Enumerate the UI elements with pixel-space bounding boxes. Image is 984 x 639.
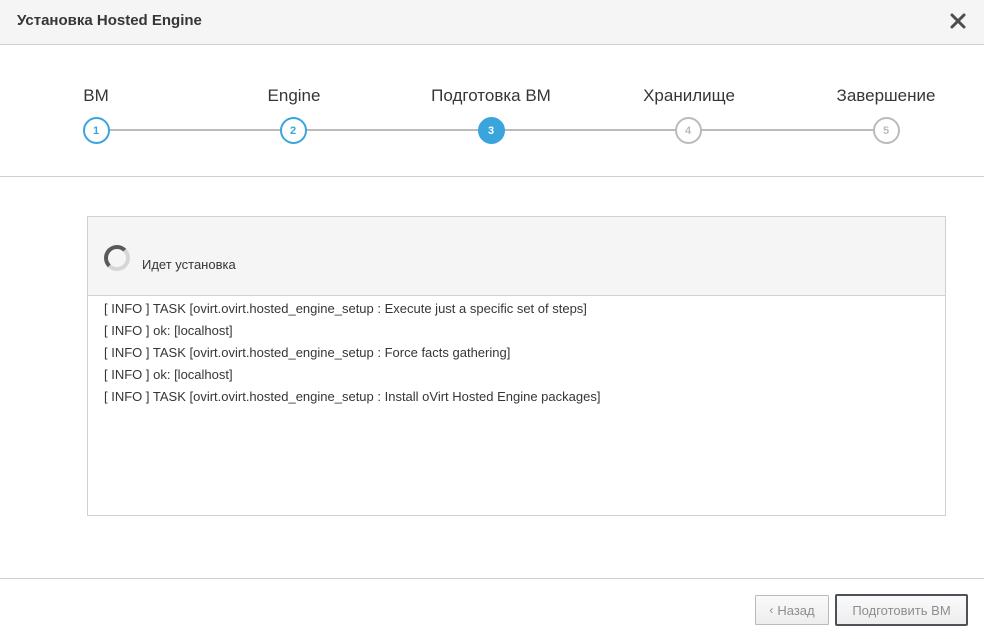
log-line: [ INFO ] ok: [localhost] bbox=[104, 323, 233, 338]
step-5-circle: 5 bbox=[872, 117, 900, 144]
back-button-label: Назад bbox=[777, 602, 815, 618]
spinner-icon bbox=[104, 245, 130, 271]
log-line: [ INFO ] TASK [ovirt.ovirt.hosted_engine… bbox=[104, 389, 601, 404]
step-2-circle[interactable]: 2 bbox=[279, 117, 307, 144]
prepare-vm-button-label: Подготовить ВМ bbox=[852, 602, 951, 618]
step-3-circle[interactable]: 3 bbox=[477, 117, 505, 144]
close-button[interactable] bbox=[946, 9, 970, 33]
dialog-footer: ‹ Назад Подготовить ВМ bbox=[0, 578, 984, 639]
dialog-title: Установка Hosted Engine bbox=[17, 12, 202, 29]
dialog-header: Установка Hosted Engine bbox=[0, 0, 984, 45]
installation-log-panel[interactable]: Идет установка [ INFO ] TASK [ovirt.ovir… bbox=[87, 216, 946, 516]
back-button[interactable]: ‹ Назад bbox=[755, 595, 829, 625]
chevron-left-icon: ‹ bbox=[769, 603, 774, 617]
step-4-label: Хранилище bbox=[643, 86, 735, 105]
installation-status: Идет установка bbox=[142, 257, 236, 272]
close-icon bbox=[950, 13, 966, 29]
log-output[interactable]: [ INFO ] TASK [ovirt.ovirt.hosted_engine… bbox=[88, 296, 945, 410]
log-line: [ INFO ] TASK [ovirt.ovirt.hosted_engine… bbox=[104, 345, 511, 360]
log-panel-header: Идет установка bbox=[88, 217, 945, 296]
step-1-circle[interactable]: 1 bbox=[82, 117, 110, 144]
step-2-label: Engine bbox=[267, 86, 321, 105]
prepare-vm-button[interactable]: Подготовить ВМ bbox=[835, 594, 968, 626]
step-4-circle: 4 bbox=[674, 117, 702, 144]
log-line: [ INFO ] ok: [localhost] bbox=[104, 367, 233, 382]
step-1-label: ВМ bbox=[83, 86, 109, 105]
log-line: [ INFO ] TASK [ovirt.ovirt.hosted_engine… bbox=[104, 301, 587, 316]
step-3-label: Подготовка ВМ bbox=[431, 86, 551, 105]
wizard-steps: ВМ 1 Engine 2 Подготовка ВМ 3 Хранилище … bbox=[0, 45, 984, 177]
step-5-label: Завершение bbox=[836, 86, 936, 105]
